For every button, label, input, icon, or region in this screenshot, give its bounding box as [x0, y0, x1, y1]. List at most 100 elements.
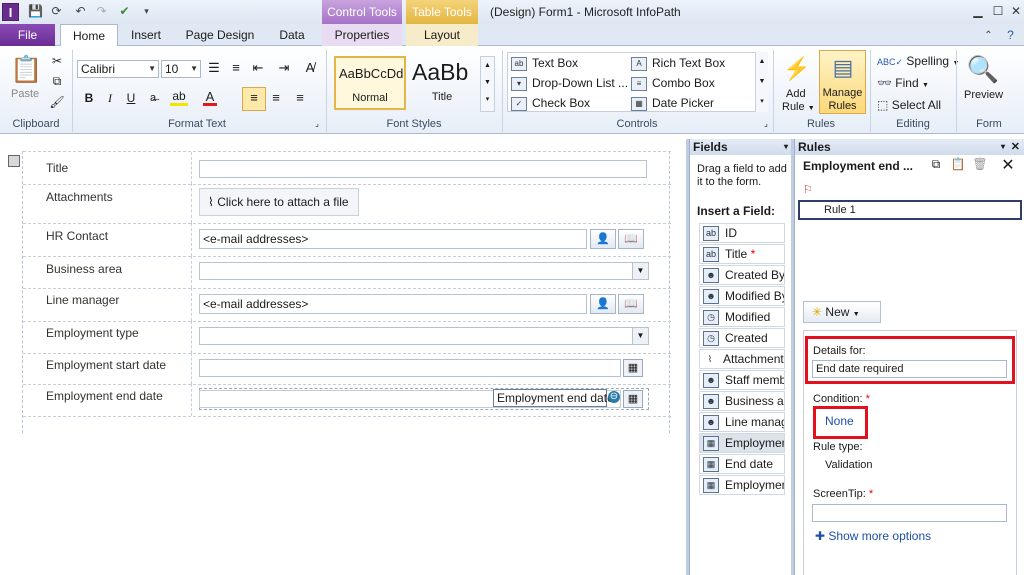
- align-right-icon[interactable]: ≡: [292, 90, 308, 106]
- design-checker-icon[interactable]: ✔: [116, 3, 133, 20]
- spelling-button[interactable]: ABC✓ Spelling ▼: [877, 54, 959, 68]
- italic-button[interactable]: I: [103, 90, 117, 106]
- table-select-handle[interactable]: [8, 155, 20, 167]
- tab-page-design[interactable]: Page Design: [178, 24, 262, 46]
- calendar-icon[interactable]: ▦: [623, 359, 643, 377]
- new-rule-button[interactable]: ✳ New ▼: [803, 301, 881, 323]
- form-canvas[interactable]: Title Attachments ⌇ Click here to attach…: [0, 135, 686, 575]
- screentip-input[interactable]: [812, 504, 1007, 522]
- increase-indent-icon[interactable]: ⇥: [276, 60, 292, 76]
- field-item[interactable]: ☻ Line manage: [699, 412, 785, 432]
- style-title[interactable]: AaBb Title: [408, 56, 478, 110]
- tab-insert[interactable]: Insert: [122, 24, 170, 46]
- strikethrough-icon[interactable]: a̶: [146, 90, 160, 106]
- check-names-icon[interactable]: 👤: [590, 229, 616, 249]
- decrease-indent-icon[interactable]: ⇤: [250, 60, 266, 76]
- control-date-picker[interactable]: ▦ Date Picker: [631, 96, 714, 111]
- field-item[interactable]: ☻ Created By: [699, 265, 785, 285]
- redo-icon[interactable]: ↷: [93, 3, 110, 20]
- controls-scroll-icon[interactable]: ▲ ▼ ▾: [755, 52, 768, 112]
- font-size-combo[interactable]: 10 ▼: [161, 60, 201, 78]
- align-center-icon[interactable]: ≡: [268, 90, 284, 106]
- address-book-icon[interactable]: 📖: [618, 294, 644, 314]
- field-item[interactable]: ☻ Business are: [699, 391, 785, 411]
- customize-qat-icon[interactable]: ▾: [138, 3, 155, 20]
- style-normal[interactable]: AaBbCcDd Normal: [334, 56, 406, 110]
- address-book-icon[interactable]: 📖: [618, 229, 644, 249]
- calendar-icon[interactable]: ▦: [623, 390, 643, 408]
- undo-icon[interactable]: ↶: [72, 3, 89, 20]
- control-rich-text-box[interactable]: A Rich Text Box: [631, 56, 725, 71]
- minimize-ribbon-icon[interactable]: ⌃: [980, 27, 997, 44]
- copy-rule-icon[interactable]: ⧉: [927, 157, 945, 172]
- hr-contact-input[interactable]: <e-mail addresses>: [199, 229, 587, 249]
- field-item[interactable]: ☻ Modified By: [699, 286, 785, 306]
- title-input[interactable]: [199, 160, 647, 178]
- delete-rule-icon[interactable]: 🗑: [971, 157, 989, 171]
- pane-options-icon[interactable]: ▾: [1001, 139, 1005, 155]
- field-item[interactable]: ab ID: [699, 223, 785, 243]
- employment-type-dropdown[interactable]: ▼: [199, 327, 649, 345]
- rule-indicator-icon[interactable]: ⊖: [608, 391, 620, 403]
- find-button[interactable]: 👓 Find ▼: [877, 76, 929, 90]
- paste-icon[interactable]: 📋: [10, 52, 42, 86]
- copy-icon[interactable]: ⧉: [48, 73, 66, 89]
- attach-file-control[interactable]: ⌇ Click here to attach a file: [199, 188, 359, 216]
- styles-scroll-icon[interactable]: ▲ ▼ ▾: [480, 56, 495, 112]
- publish-icon[interactable]: ⟳: [48, 3, 65, 20]
- check-names-icon[interactable]: 👤: [590, 294, 616, 314]
- save-icon[interactable]: 💾: [27, 3, 44, 20]
- add-rule-icon[interactable]: ⚡: [783, 54, 811, 84]
- cut-icon[interactable]: ✂: [48, 53, 66, 69]
- control-combo-box[interactable]: ≡ Combo Box: [631, 76, 715, 91]
- field-item[interactable]: ☻ Staff membe: [699, 370, 785, 390]
- rule-name-input[interactable]: End date required: [812, 360, 1007, 378]
- numbering-icon[interactable]: ≡: [228, 60, 244, 76]
- field-item[interactable]: ▦ End date: [699, 454, 785, 474]
- tab-file[interactable]: File: [0, 24, 55, 46]
- format-painter-icon[interactable]: 🖌: [48, 94, 66, 110]
- align-left-icon[interactable]: ≡: [242, 87, 266, 111]
- start-date-input[interactable]: [199, 359, 621, 377]
- select-all-button[interactable]: ⬚ Select All: [877, 98, 941, 112]
- tab-layout[interactable]: Layout: [406, 24, 478, 46]
- rule-list-item[interactable]: Rule 1: [798, 200, 1022, 220]
- highlight-icon[interactable]: ab: [170, 90, 188, 106]
- close-rule-icon[interactable]: ✕: [999, 155, 1017, 175]
- pane-options-icon[interactable]: ▾: [784, 139, 788, 155]
- business-area-dropdown[interactable]: ▼: [199, 262, 649, 280]
- field-item[interactable]: ▦ Employment: [699, 475, 785, 495]
- underline-button[interactable]: U: [124, 90, 138, 106]
- control-drop-down-list[interactable]: ▾ Drop-Down List ...: [511, 76, 628, 91]
- control-check-box[interactable]: ✓ Check Box: [511, 96, 590, 111]
- field-item[interactable]: ◷ Modified: [699, 307, 785, 327]
- field-item[interactable]: ab Title *: [699, 244, 785, 264]
- paste-rule-icon[interactable]: 📋: [949, 157, 967, 171]
- font-color-icon[interactable]: A: [203, 90, 217, 106]
- field-item[interactable]: ◷ Created: [699, 328, 785, 348]
- infopath-app-icon[interactable]: I: [2, 3, 19, 21]
- tab-data[interactable]: Data: [268, 24, 316, 46]
- field-item[interactable]: ⌇ Attachments: [699, 349, 785, 369]
- line-manager-input[interactable]: <e-mail addresses>: [199, 294, 587, 314]
- font-name-combo[interactable]: Calibri ▼: [77, 60, 159, 78]
- tab-properties[interactable]: Properties: [322, 24, 402, 46]
- control-text-box[interactable]: ab Text Box: [511, 56, 578, 71]
- minimize-icon[interactable]: ▁: [968, 2, 988, 20]
- condition-link[interactable]: None: [825, 414, 854, 428]
- person-field-icon: ☻: [703, 415, 719, 431]
- help-icon[interactable]: ?: [1002, 27, 1019, 44]
- preview-icon[interactable]: 🔍: [966, 52, 1000, 86]
- field-item[interactable]: ▦ Employment: [699, 433, 785, 453]
- dialog-launcher-icon[interactable]: ⌟: [313, 120, 321, 128]
- dialog-launcher-icon[interactable]: ⌟: [762, 120, 770, 128]
- bold-button[interactable]: B: [82, 90, 96, 106]
- bullets-icon[interactable]: ☰: [206, 60, 222, 76]
- close-window-icon[interactable]: ✕: [1006, 2, 1024, 20]
- clear-formatting-icon[interactable]: A̸: [302, 60, 318, 76]
- maximize-icon[interactable]: ☐: [988, 2, 1008, 20]
- manage-rules-button[interactable]: ▤ Manage Rules: [819, 50, 866, 114]
- close-pane-icon[interactable]: ✕: [1011, 139, 1020, 155]
- tab-home[interactable]: Home: [60, 24, 118, 48]
- show-more-options-link[interactable]: ✚ Show more options: [815, 529, 931, 543]
